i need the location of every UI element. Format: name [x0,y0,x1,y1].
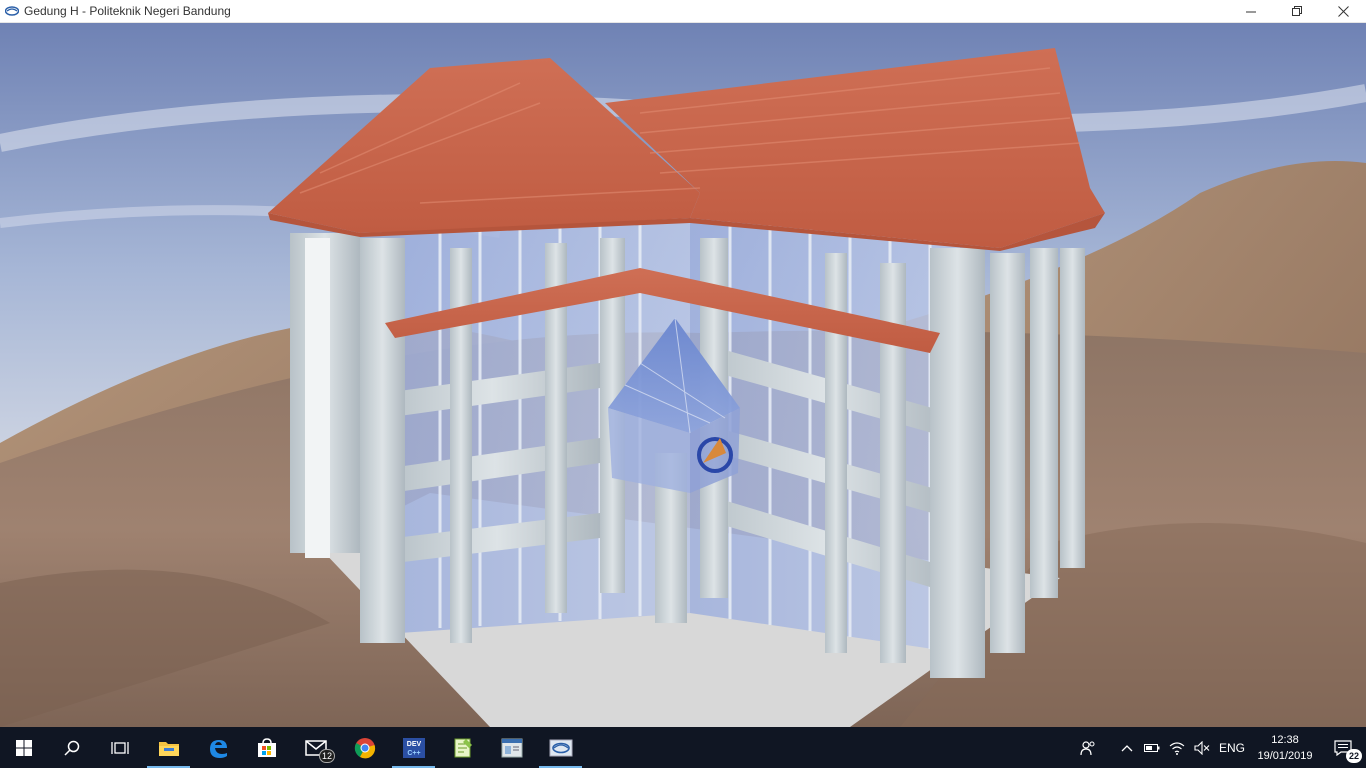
search-icon [64,740,80,756]
store-bag-icon [257,737,276,757]
chrome-icon [354,737,375,758]
clock-time: 12:38 [1271,733,1299,746]
chevron-up-icon [1121,744,1132,751]
app-logo-icon [5,6,19,16]
taskbar-window-app[interactable] [487,727,536,768]
restore-icon [1291,6,1302,16]
show-hidden-icons-button[interactable] [1114,727,1139,768]
folder-icon [158,741,179,756]
volume-muted-icon [1193,740,1209,755]
taskbar-mail[interactable]: 12 [291,727,340,768]
edge-browser-icon [209,739,227,758]
taskbar-chrome[interactable] [340,727,389,768]
windows-start-icon [16,739,32,756]
window-app-icon [501,738,522,757]
taskbar-edge[interactable] [193,727,242,768]
minimize-button[interactable] [1228,0,1274,23]
clock-date: 19/01/2019 [1257,749,1313,762]
svg-text:C++: C++ [407,750,420,757]
close-button[interactable] [1320,0,1366,23]
taskbar-file-explorer[interactable] [144,727,193,768]
close-icon [1337,6,1349,17]
volume-button[interactable] [1189,727,1214,768]
dev-cpp-icon: DEV C++ [402,737,425,758]
svg-text:DEV: DEV [406,741,421,748]
people-icon [1079,740,1094,755]
people-button[interactable] [1075,727,1100,768]
notepad-plus-icon [454,738,472,757]
minimize-icon [1245,11,1256,13]
polban-app-icon [549,739,572,756]
battery-button[interactable] [1139,727,1164,768]
language-indicator[interactable]: ENG [1214,741,1250,755]
task-view-button[interactable] [96,727,144,768]
notification-count-badge: 22 [1345,749,1362,763]
window-title: Gedung H - Politeknik Negeri Bandung [24,4,231,18]
taskbar-store[interactable] [242,727,291,768]
taskbar: 12 DEV C++ ENG 12:38 19/01/2019 22 [0,727,1366,768]
mail-badge: 12 [318,749,335,763]
taskbar-notepad-plus[interactable] [438,727,487,768]
taskbar-dev-cpp[interactable]: DEV C++ [389,727,438,768]
action-center-button[interactable]: 22 [1320,727,1366,768]
task-view-icon [111,741,129,754]
3d-viewport[interactable] [0,23,1366,727]
building-scene [0,23,1366,727]
restore-button[interactable] [1274,0,1320,23]
wifi-icon [1169,741,1184,755]
taskbar-polban-app[interactable] [536,727,585,768]
battery-icon [1143,743,1159,752]
clock[interactable]: 12:38 19/01/2019 [1250,732,1320,764]
search-button[interactable] [48,727,96,768]
network-button[interactable] [1164,727,1189,768]
start-button[interactable] [0,727,48,768]
title-bar: Gedung H - Politeknik Negeri Bandung [0,0,1366,23]
